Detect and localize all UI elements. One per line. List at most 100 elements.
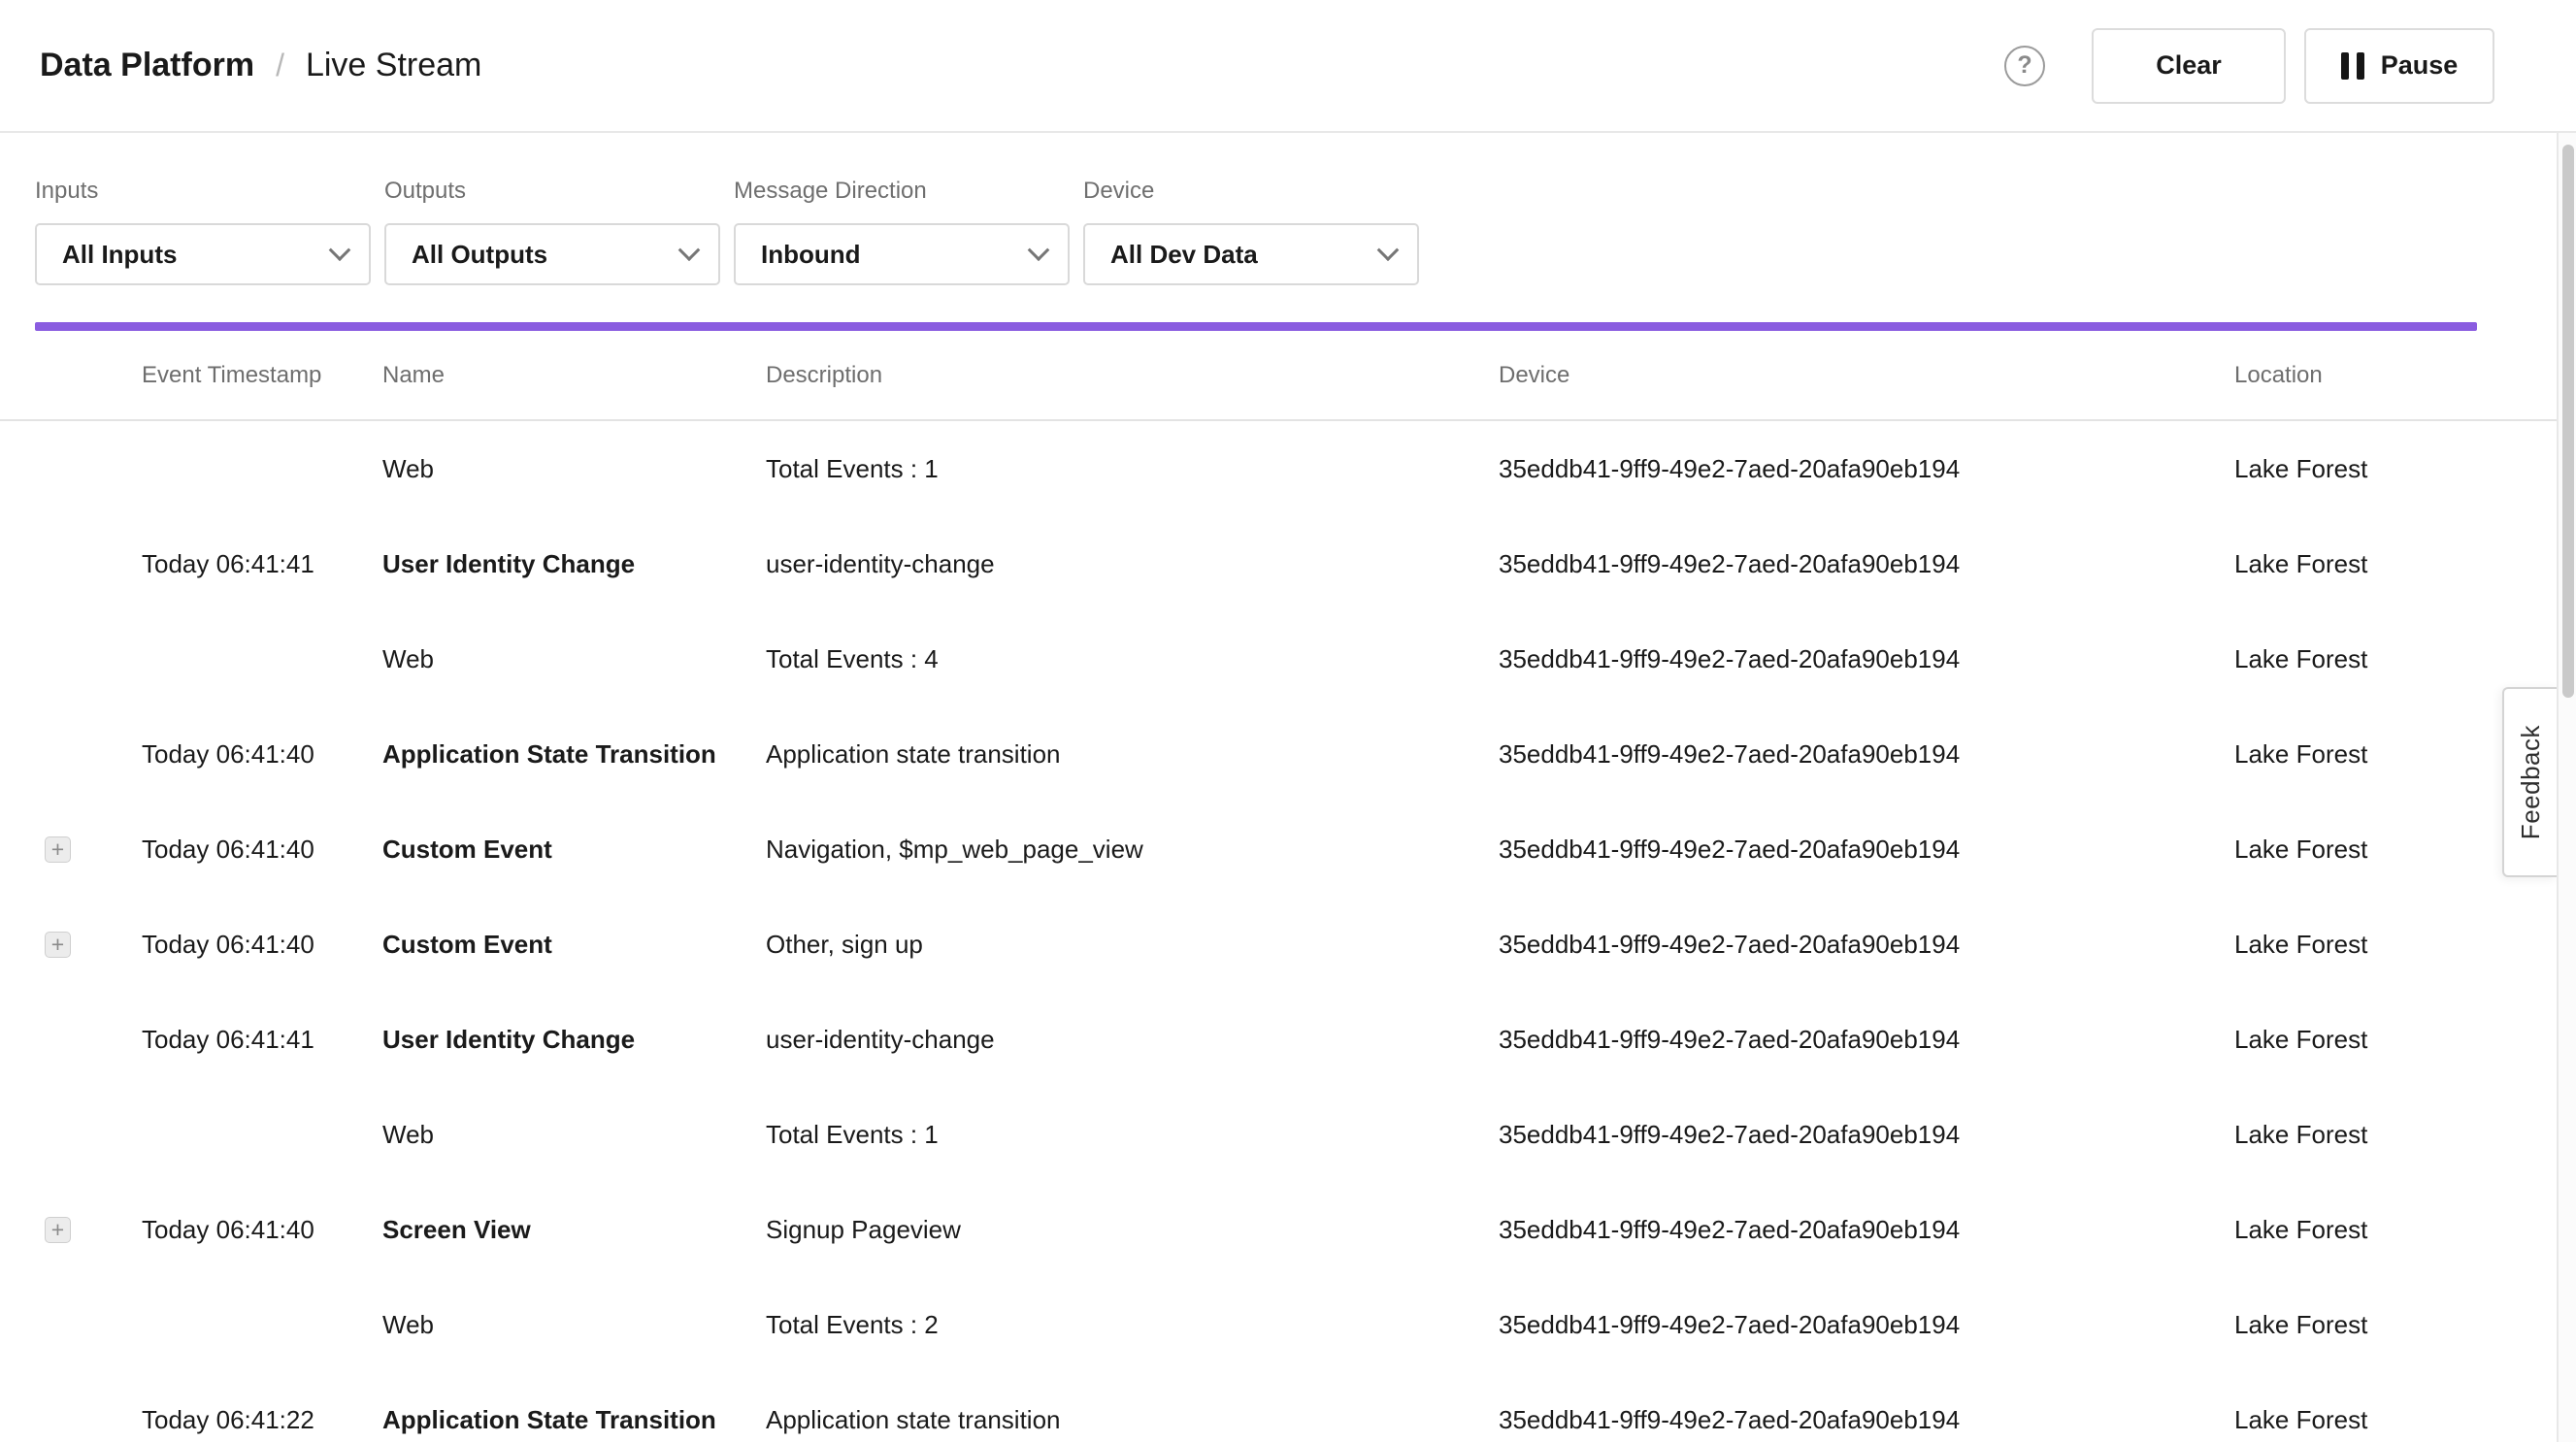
table-row[interactable]: Today 06:41:40 Custom Event Other, sign … xyxy=(0,897,2576,992)
event-device: 35eddb41-9ff9-49e2-7aed-20afa90eb194 xyxy=(1499,739,2234,770)
vertical-scrollbar[interactable] xyxy=(2557,133,2576,1442)
event-device: 35eddb41-9ff9-49e2-7aed-20afa90eb194 xyxy=(1499,1215,2234,1245)
table-row[interactable]: Today 06:41:40 Application State Transit… xyxy=(0,706,2576,802)
message-direction-filter-group: Message Direction Inbound xyxy=(734,178,1070,285)
event-name: User Identity Change xyxy=(382,549,766,579)
table-row[interactable]: Today 06:41:41 User Identity Change user… xyxy=(0,516,2576,611)
event-name: Application State Transition xyxy=(382,1405,766,1435)
filter-bar: Inputs All Inputs Outputs All Outputs Me… xyxy=(0,133,2576,285)
breadcrumb-separator: / xyxy=(276,48,284,83)
inputs-filter-label: Inputs xyxy=(35,178,371,205)
event-name: Custom Event xyxy=(382,930,766,960)
event-description: Total Events : 4 xyxy=(766,644,1499,674)
event-location: Lake Forest xyxy=(2234,1405,2518,1435)
event-location: Lake Forest xyxy=(2234,739,2518,770)
device-filter-value: All Dev Data xyxy=(1110,240,1258,270)
event-timestamp: Today 06:41:22 xyxy=(142,1405,382,1435)
event-name: Custom Event xyxy=(382,835,766,865)
chevron-down-icon xyxy=(329,239,351,261)
expand-cell xyxy=(35,1217,142,1243)
page-header: Data Platform / Live Stream ? Clear Paus… xyxy=(0,0,2576,133)
event-device: 35eddb41-9ff9-49e2-7aed-20afa90eb194 xyxy=(1499,644,2234,674)
event-location: Lake Forest xyxy=(2234,644,2518,674)
event-name: User Identity Change xyxy=(382,1025,766,1055)
event-name: Web xyxy=(382,1310,766,1340)
chevron-down-icon xyxy=(1028,239,1050,261)
event-device: 35eddb41-9ff9-49e2-7aed-20afa90eb194 xyxy=(1499,549,2234,579)
feedback-tab[interactable]: Feedback xyxy=(2502,687,2557,877)
inputs-filter-value: All Inputs xyxy=(62,240,177,270)
event-table: Event Timestamp Name Description Device … xyxy=(0,331,2576,1442)
event-timestamp: Today 06:41:41 xyxy=(142,1025,382,1055)
chevron-down-icon xyxy=(678,239,701,261)
event-description: Signup Pageview xyxy=(766,1215,1499,1245)
event-table-body: Web Total Events : 1 35eddb41-9ff9-49e2-… xyxy=(0,421,2576,1442)
event-description: user-identity-change xyxy=(766,549,1499,579)
outputs-filter-select[interactable]: All Outputs xyxy=(384,223,720,285)
event-device: 35eddb41-9ff9-49e2-7aed-20afa90eb194 xyxy=(1499,1025,2234,1055)
event-name: Web xyxy=(382,454,766,484)
expand-cell xyxy=(35,932,142,958)
clear-button[interactable]: Clear xyxy=(2092,28,2286,104)
help-icon[interactable]: ? xyxy=(2004,46,2045,86)
event-location: Lake Forest xyxy=(2234,1025,2518,1055)
event-description: Total Events : 1 xyxy=(766,454,1499,484)
table-row[interactable]: Today 06:41:22 Application State Transit… xyxy=(0,1372,2576,1442)
event-description: Application state transition xyxy=(766,739,1499,770)
inputs-filter-select[interactable]: All Inputs xyxy=(35,223,371,285)
table-row[interactable]: Web Total Events : 1 35eddb41-9ff9-49e2-… xyxy=(0,1087,2576,1182)
table-row[interactable]: Web Total Events : 4 35eddb41-9ff9-49e2-… xyxy=(0,611,2576,706)
event-location: Lake Forest xyxy=(2234,930,2518,960)
event-name: Web xyxy=(382,644,766,674)
event-location: Lake Forest xyxy=(2234,549,2518,579)
expand-icon[interactable] xyxy=(45,1217,71,1243)
device-column-header: Device xyxy=(1499,362,2234,389)
location-column-header: Location xyxy=(2234,362,2518,389)
event-description: Total Events : 2 xyxy=(766,1310,1499,1340)
event-device: 35eddb41-9ff9-49e2-7aed-20afa90eb194 xyxy=(1499,1120,2234,1150)
message-direction-filter-select[interactable]: Inbound xyxy=(734,223,1070,285)
pause-button-label: Pause xyxy=(2381,50,2459,81)
table-row[interactable]: Web Total Events : 1 35eddb41-9ff9-49e2-… xyxy=(0,421,2576,516)
event-location: Lake Forest xyxy=(2234,835,2518,865)
outputs-filter-group: Outputs All Outputs xyxy=(384,178,720,285)
event-timestamp: Today 06:41:40 xyxy=(142,930,382,960)
event-description: Total Events : 1 xyxy=(766,1120,1499,1150)
header-actions: ? Clear Pause xyxy=(2004,28,2494,104)
event-name: Application State Transition xyxy=(382,739,766,770)
page-title: Live Stream xyxy=(306,47,481,84)
outputs-filter-label: Outputs xyxy=(384,178,720,205)
table-row[interactable]: Web Total Events : 2 35eddb41-9ff9-49e2-… xyxy=(0,1277,2576,1372)
event-timestamp: Today 06:41:40 xyxy=(142,1215,382,1245)
event-location: Lake Forest xyxy=(2234,454,2518,484)
chevron-down-icon xyxy=(1377,239,1400,261)
event-device: 35eddb41-9ff9-49e2-7aed-20afa90eb194 xyxy=(1499,835,2234,865)
table-row[interactable]: Today 06:41:40 Screen View Signup Pagevi… xyxy=(0,1182,2576,1277)
device-filter-group: Device All Dev Data xyxy=(1083,178,1419,285)
breadcrumb-section[interactable]: Data Platform xyxy=(40,47,254,84)
device-filter-select[interactable]: All Dev Data xyxy=(1083,223,1419,285)
event-device: 35eddb41-9ff9-49e2-7aed-20afa90eb194 xyxy=(1499,454,2234,484)
name-column-header: Name xyxy=(382,362,766,389)
scrollbar-thumb[interactable] xyxy=(2562,145,2574,698)
event-name: Screen View xyxy=(382,1215,766,1245)
expand-icon[interactable] xyxy=(45,836,71,863)
message-direction-filter-value: Inbound xyxy=(761,240,861,270)
message-direction-filter-label: Message Direction xyxy=(734,178,1070,205)
event-timestamp: Today 06:41:40 xyxy=(142,835,382,865)
event-description: Other, sign up xyxy=(766,930,1499,960)
event-location: Lake Forest xyxy=(2234,1215,2518,1245)
timestamp-column-header: Event Timestamp xyxy=(142,362,382,389)
table-row[interactable]: Today 06:41:41 User Identity Change user… xyxy=(0,992,2576,1087)
pause-icon xyxy=(2341,52,2364,80)
event-location: Lake Forest xyxy=(2234,1310,2518,1340)
table-row[interactable]: Today 06:41:40 Custom Event Navigation, … xyxy=(0,802,2576,897)
pause-button[interactable]: Pause xyxy=(2304,28,2494,104)
event-device: 35eddb41-9ff9-49e2-7aed-20afa90eb194 xyxy=(1499,930,2234,960)
event-description: Navigation, $mp_web_page_view xyxy=(766,835,1499,865)
expand-icon[interactable] xyxy=(45,932,71,958)
device-filter-label: Device xyxy=(1083,178,1419,205)
outputs-filter-value: All Outputs xyxy=(412,240,547,270)
feedback-tab-label: Feedback xyxy=(2516,725,2546,839)
breadcrumb: Data Platform / Live Stream xyxy=(40,47,481,84)
